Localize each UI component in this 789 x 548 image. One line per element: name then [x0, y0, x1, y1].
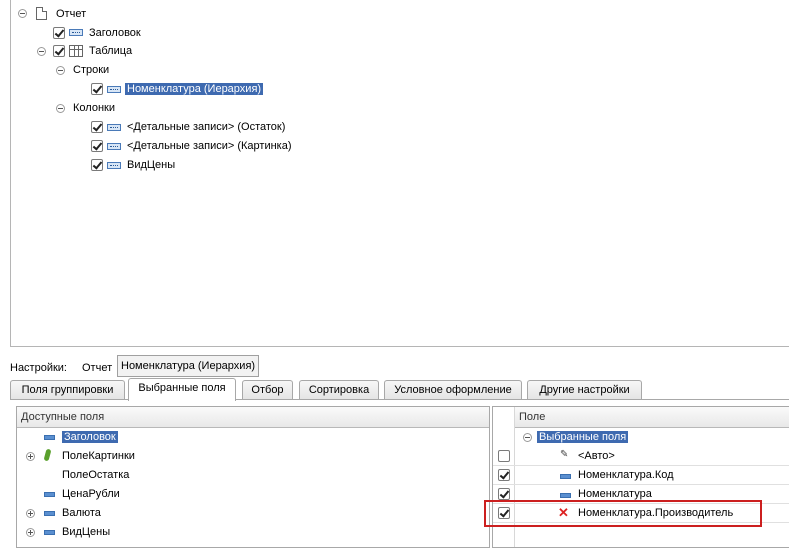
selected-fields-group[interactable]: Выбранные поля	[537, 428, 629, 446]
tree-item-report[interactable]: Отчет	[56, 5, 86, 23]
tree-item-columns[interactable]: Колонки	[73, 99, 115, 117]
selected-row-checkbox[interactable]	[498, 488, 510, 500]
available-field-item[interactable]: ПолеОстатка	[62, 466, 129, 484]
field-icon	[107, 143, 121, 150]
field-icon	[107, 162, 121, 169]
tree-item-header[interactable]: Заголовок	[89, 24, 141, 42]
expand-toggle[interactable]	[26, 452, 35, 461]
field-icon	[107, 124, 121, 131]
field-icon	[44, 435, 55, 440]
tab-grouping-fields[interactable]: Поля группировки	[10, 380, 125, 400]
table-item-checkbox[interactable]	[53, 45, 65, 57]
available-field-item[interactable]: ВидЦены	[62, 523, 110, 541]
selected-row-checkbox[interactable]	[498, 450, 510, 462]
rows-item-checkbox[interactable]	[91, 83, 103, 95]
tabs-baseline	[10, 399, 789, 400]
tree-item-column[interactable]: <Детальные записи> (Картинка)	[127, 137, 292, 155]
tab-selected-fields[interactable]: Выбранные поля	[128, 378, 236, 401]
selected-group-label: Выбранные поля	[537, 431, 629, 443]
tree-item-nomenclature-hierarchy[interactable]: Номенклатура (Иерархия)	[125, 80, 264, 98]
collapse-table-toggle[interactable]	[37, 47, 46, 56]
header-item-checkbox[interactable]	[53, 27, 65, 39]
table-icon	[69, 45, 83, 57]
settings-path-group[interactable]: Номенклатура (Иерархия)	[117, 355, 260, 377]
column-item-checkbox[interactable]	[91, 159, 103, 171]
report-icon	[36, 7, 47, 20]
column-item-checkbox[interactable]	[91, 140, 103, 152]
field-icon	[44, 511, 55, 516]
tab-sorting[interactable]: Сортировка	[299, 380, 379, 400]
auto-field-icon: ✎	[560, 449, 569, 460]
collapse-selected-group[interactable]	[523, 433, 532, 442]
tab-other-settings[interactable]: Другие настройки	[527, 380, 642, 400]
available-field-item[interactable]: ПолеКартинки	[62, 447, 135, 465]
grid-row-separator	[493, 446, 789, 466]
selected-item-label: Номенклатура (Иерархия)	[125, 83, 264, 95]
available-field-item[interactable]: Заголовок	[62, 428, 118, 446]
column-item-checkbox[interactable]	[91, 121, 103, 133]
tab-filter[interactable]: Отбор	[242, 380, 293, 400]
tab-conditional-format[interactable]: Условное оформление	[384, 380, 522, 400]
field-icon	[107, 86, 121, 93]
field-icon	[44, 530, 55, 535]
field-icon	[560, 474, 571, 479]
field-icon	[44, 492, 55, 497]
tree-item-table[interactable]: Таблица	[89, 42, 132, 60]
expand-toggle[interactable]	[26, 509, 35, 518]
expand-toggle[interactable]	[26, 528, 35, 537]
selected-field-row[interactable]: <Авто>	[578, 447, 615, 465]
tree-item-column[interactable]: <Детальные записи> (Остаток)	[127, 118, 285, 136]
collapse-columns-toggle[interactable]	[56, 104, 65, 113]
available-fields-header: Доступные поля	[17, 407, 489, 428]
field-icon	[69, 29, 83, 36]
settings-path-report[interactable]: Отчет	[82, 358, 112, 378]
tree-item-column[interactable]: ВидЦены	[127, 156, 175, 174]
field-icon	[560, 493, 571, 498]
selected-row-checkbox[interactable]	[498, 469, 510, 481]
highlight-frame	[484, 500, 762, 527]
available-field-label: Заголовок	[62, 431, 118, 443]
collapse-report-toggle[interactable]	[18, 9, 27, 18]
collapse-rows-toggle[interactable]	[56, 66, 65, 75]
available-field-item[interactable]: Валюта	[62, 504, 101, 522]
available-field-item[interactable]: ЦенаРубли	[62, 485, 120, 503]
selected-fields-header: Поле	[515, 407, 789, 428]
tree-item-rows[interactable]: Строки	[73, 61, 109, 79]
settings-label: Настройки:	[10, 362, 67, 374]
selected-field-row[interactable]: Номенклатура.Код	[578, 466, 674, 484]
